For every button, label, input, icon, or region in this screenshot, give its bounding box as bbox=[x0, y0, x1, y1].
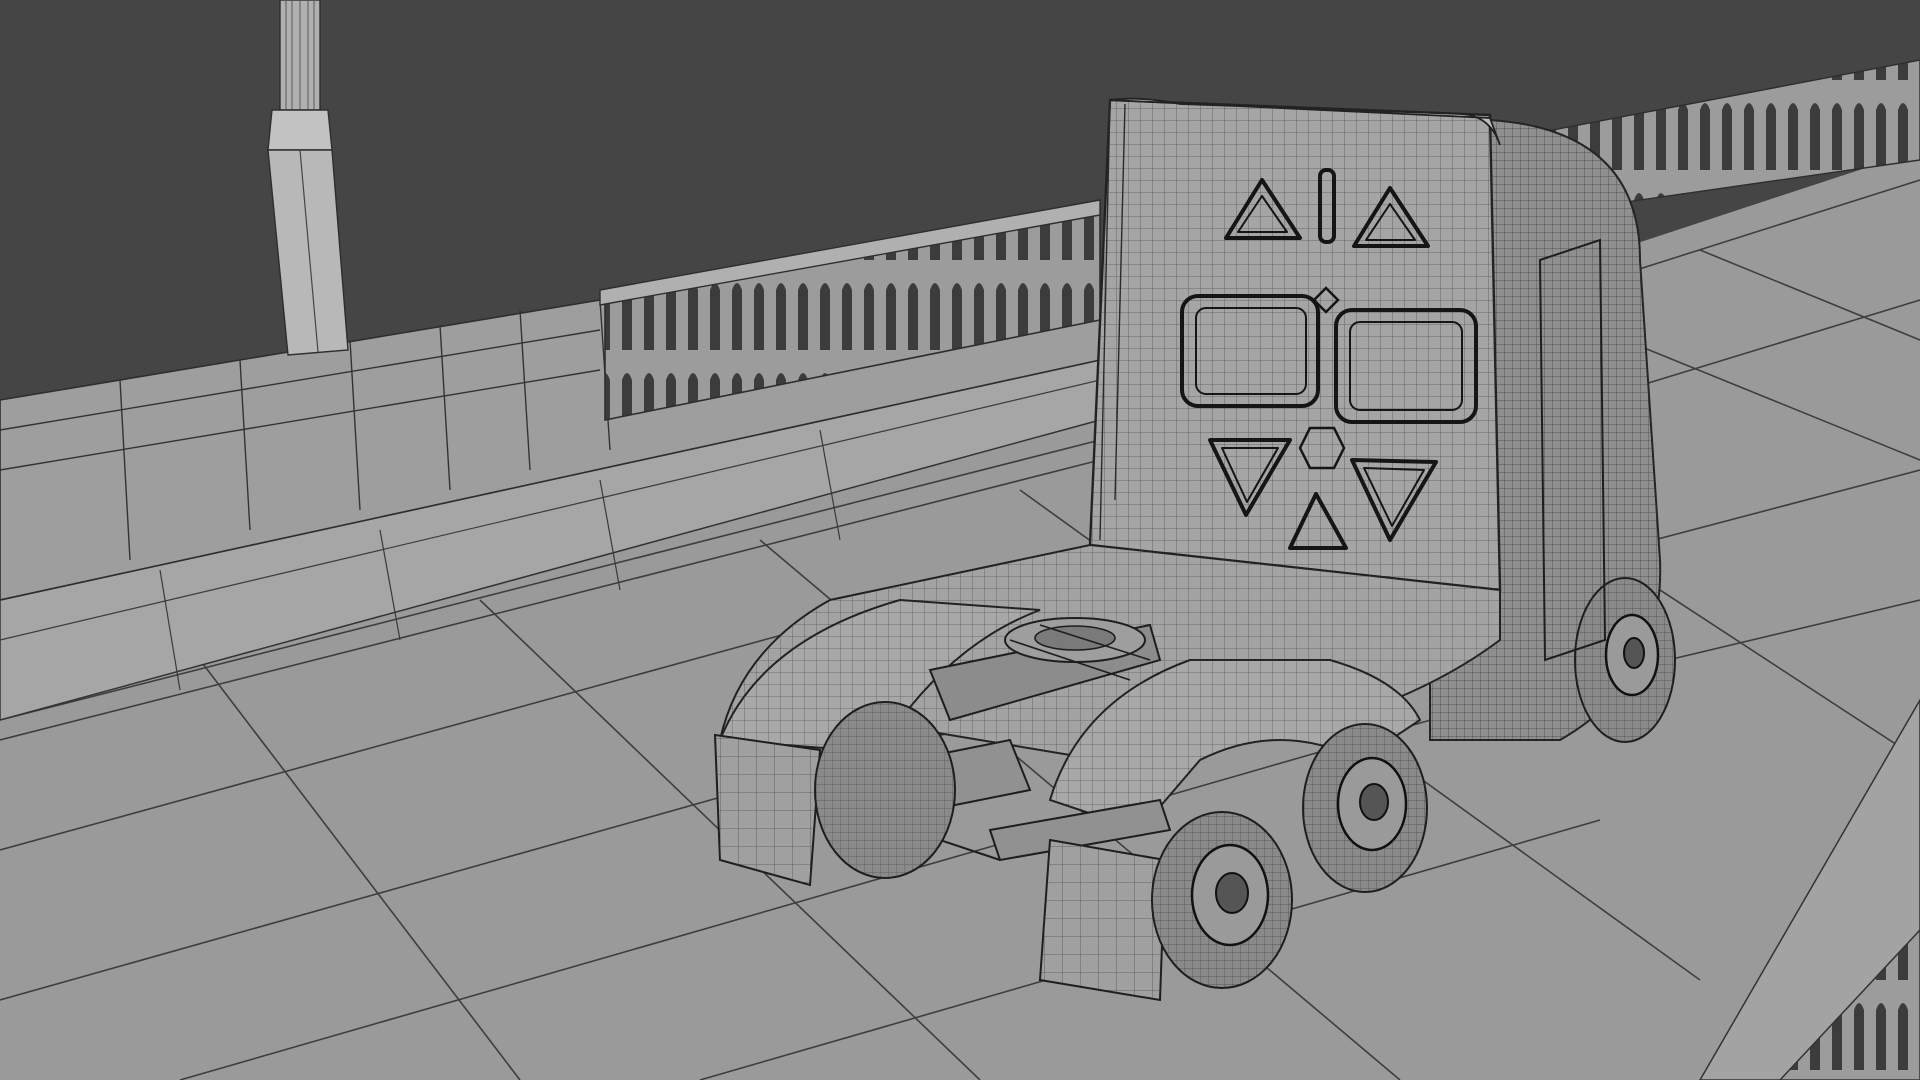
wheel-front-right bbox=[1574, 577, 1676, 743]
wheel-rear-left bbox=[814, 701, 956, 879]
wheel-rear-right-2 bbox=[1302, 723, 1428, 893]
wheel-rear-right-1 bbox=[1151, 811, 1293, 989]
scene-render bbox=[0, 0, 1920, 1080]
3d-viewport[interactable] bbox=[0, 0, 1920, 1080]
